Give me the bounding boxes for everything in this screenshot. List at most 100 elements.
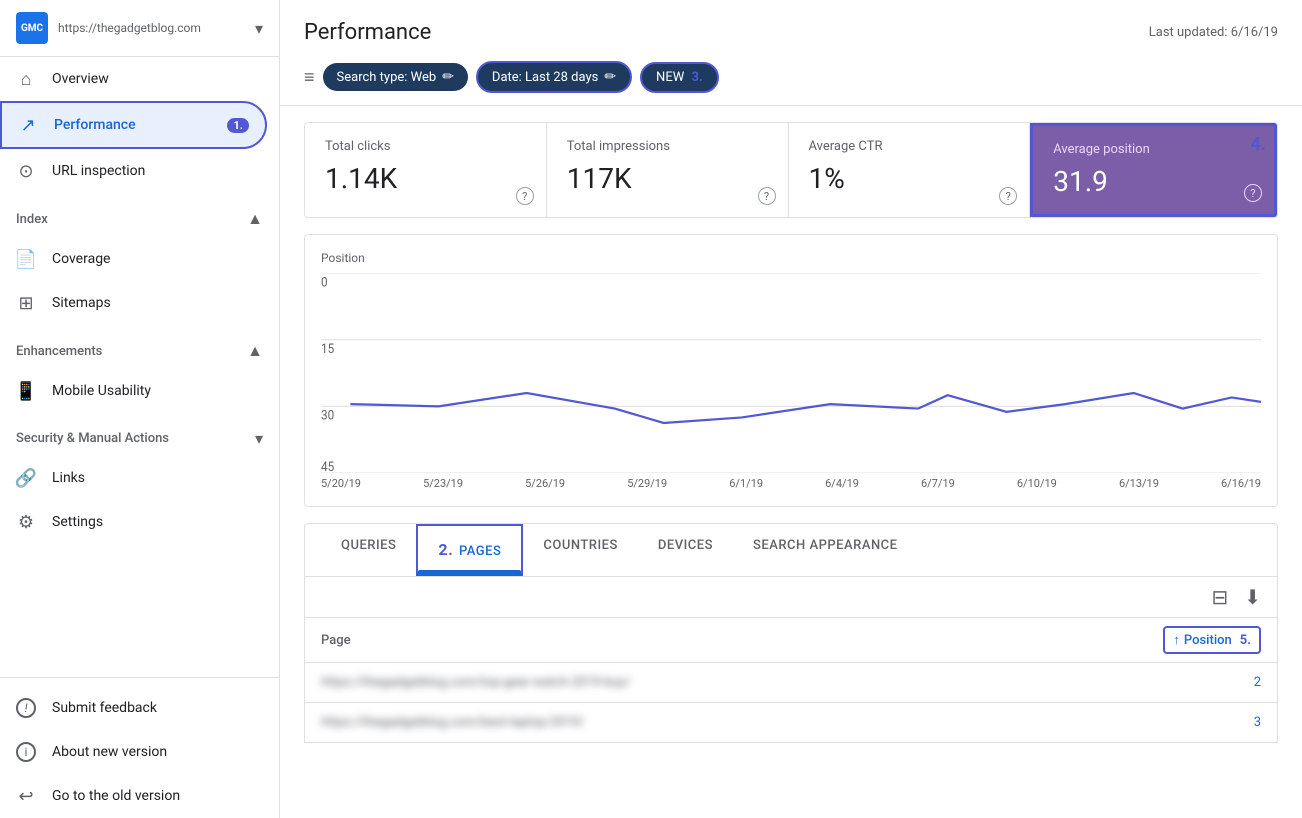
chart-svg: 0 15 30 45 xyxy=(321,273,1261,473)
tab-pages[interactable]: 2. PAGES xyxy=(416,524,523,576)
links-icon: 🔗 xyxy=(16,468,36,488)
total-clicks-label: Total clicks xyxy=(325,139,526,154)
section-index: Index ▲ xyxy=(0,193,279,237)
section-enhancements: Enhancements ▲ xyxy=(0,325,279,369)
main-header: Performance Last updated: 6/16/19 xyxy=(280,0,1302,53)
x-label-8: 6/13/19 xyxy=(1119,477,1159,490)
sidebar-item-go-to-old-version[interactable]: ↩ Go to the old version xyxy=(0,774,267,818)
feedback-icon: ! xyxy=(16,698,36,718)
security-chevron-icon[interactable]: ▾ xyxy=(255,429,263,448)
section-index-label: Index xyxy=(16,212,48,227)
last-updated: Last updated: 6/16/19 xyxy=(1149,25,1278,40)
sidebar-item-sitemaps-label: Sitemaps xyxy=(52,295,251,311)
search-type-edit-icon: ✏ xyxy=(442,69,454,85)
position-line xyxy=(350,393,1261,423)
col-position-label: Position xyxy=(1184,633,1232,648)
chart-y-label: Position xyxy=(321,251,1261,265)
section-security: Security & Manual Actions ▾ xyxy=(0,413,279,456)
logo-url: https://thegadgetblog.com xyxy=(58,21,245,35)
table-row[interactable]: https://thegadgetblog.com/top-gear-watch… xyxy=(304,663,1278,703)
average-ctr-label: Average CTR xyxy=(809,139,1010,154)
sidebar: GMC https://thegadgetblog.com ▾ ⌂ Overvi… xyxy=(0,0,280,818)
svg-text:30: 30 xyxy=(321,408,334,424)
coverage-icon: 📄 xyxy=(16,249,36,269)
x-label-7: 6/10/19 xyxy=(1017,477,1057,490)
sidebar-item-sitemaps[interactable]: ⊞ Sitemaps xyxy=(0,281,267,325)
metric-total-clicks: Total clicks 1.14K ? xyxy=(305,123,547,217)
x-label-0: 5/20/19 xyxy=(321,477,361,490)
table-filter-icon[interactable]: ⊟ xyxy=(1211,585,1228,609)
sidebar-item-url-inspection[interactable]: ⊙ URL inspection xyxy=(0,149,267,193)
search-icon: ⊙ xyxy=(16,161,36,181)
total-clicks-value: 1.14K xyxy=(325,162,526,195)
sidebar-item-about-new-version[interactable]: i About new version xyxy=(0,730,267,774)
table-row[interactable]: https://thegadgetblog.com/best-laptop-20… xyxy=(304,703,1278,743)
section-enhancements-label: Enhancements xyxy=(16,344,102,359)
total-clicks-help-icon[interactable]: ? xyxy=(516,187,534,205)
x-label-3: 5/29/19 xyxy=(627,477,667,490)
x-label-9: 6/16/19 xyxy=(1221,477,1261,490)
sidebar-item-mobile-usability[interactable]: 📱 Mobile Usability xyxy=(0,369,267,413)
sidebar-item-performance-label: Performance xyxy=(54,117,211,133)
logo-chevron-icon[interactable]: ▾ xyxy=(255,19,263,38)
svg-text:45: 45 xyxy=(321,459,334,473)
date-label: Date: Last 28 days xyxy=(492,70,598,85)
search-type-label: Search type: Web xyxy=(337,70,437,85)
sidebar-item-coverage-label: Coverage xyxy=(52,251,251,267)
metrics-row: Total clicks 1.14K ? Total impressions 1… xyxy=(304,122,1278,218)
tab-devices[interactable]: DEVICES xyxy=(638,524,733,576)
tab-devices-label: DEVICES xyxy=(658,538,713,553)
sidebar-item-overview[interactable]: ⌂ Overview xyxy=(0,57,267,101)
tab-countries[interactable]: COUNTRIES xyxy=(523,524,638,576)
svg-text:15: 15 xyxy=(321,341,334,357)
total-impressions-label: Total impressions xyxy=(567,139,768,154)
main-content: Performance Last updated: 6/16/19 ≡ Sear… xyxy=(280,0,1302,818)
sidebar-item-links[interactable]: 🔗 Links xyxy=(0,456,267,500)
metric-average-position: Average position 31.9 ? 4. xyxy=(1030,123,1277,217)
tab-search-appearance[interactable]: SEARCH APPEARANCE xyxy=(733,524,918,576)
table-download-icon[interactable]: ⬇ xyxy=(1244,585,1261,609)
svg-text:0: 0 xyxy=(321,275,328,291)
x-label-6: 6/7/19 xyxy=(921,477,955,490)
filter-bar: ≡ Search type: Web ✏ Date: Last 28 days … xyxy=(280,53,1302,106)
average-ctr-value: 1% xyxy=(809,162,1010,195)
enhancements-chevron-icon[interactable]: ▲ xyxy=(247,341,263,361)
table-toolbar: ⊟ ⬇ xyxy=(304,577,1278,618)
tabs-row: QUERIES 2. PAGES COUNTRIES DEVICES SEARC… xyxy=(304,523,1278,577)
row-2-position: 3 xyxy=(1181,715,1261,730)
average-position-help-icon[interactable]: ? xyxy=(1244,184,1262,202)
date-chip[interactable]: Date: Last 28 days ✏ xyxy=(476,61,632,93)
section-security-label: Security & Manual Actions xyxy=(16,431,169,446)
filter-icon[interactable]: ≡ xyxy=(304,67,315,88)
average-ctr-help-icon[interactable]: ? xyxy=(999,187,1017,205)
average-position-value: 31.9 xyxy=(1053,165,1254,198)
new-badge[interactable]: NEW 3. xyxy=(640,62,719,93)
table-header: Page ↑ Position 5. xyxy=(304,618,1278,663)
sidebar-logo: GMC https://thegadgetblog.com ▾ xyxy=(0,0,279,57)
chart-section: Position 0 15 30 45 5/20/19 5/23/19 5/26… xyxy=(304,234,1278,507)
metric-average-ctr: Average CTR 1% ? xyxy=(789,123,1031,217)
sidebar-item-performance[interactable]: ↗ Performance 1. xyxy=(0,101,267,149)
go-to-old-version-label: Go to the old version xyxy=(52,788,251,804)
sidebar-item-coverage[interactable]: 📄 Coverage xyxy=(0,237,267,281)
sidebar-item-submit-feedback[interactable]: ! Submit feedback xyxy=(0,686,267,730)
search-type-chip[interactable]: Search type: Web ✏ xyxy=(323,63,468,91)
main-nav: ⌂ Overview ↗ Performance 1. ⊙ URL inspec… xyxy=(0,57,279,193)
tab-search-appearance-label: SEARCH APPEARANCE xyxy=(753,538,898,553)
submit-feedback-label: Submit feedback xyxy=(52,700,251,716)
tab-queries[interactable]: QUERIES xyxy=(321,524,416,576)
sidebar-item-url-inspection-label: URL inspection xyxy=(52,163,251,179)
avg-position-badge: 4. xyxy=(1250,134,1266,155)
col-position-header[interactable]: ↑ Position 5. xyxy=(1163,626,1261,654)
total-impressions-value: 117K xyxy=(567,162,768,195)
sidebar-item-settings[interactable]: ⚙ Settings xyxy=(0,500,267,544)
row-1-position: 2 xyxy=(1181,675,1261,690)
info-icon: i xyxy=(16,742,36,762)
home-icon: ⌂ xyxy=(16,69,36,89)
total-impressions-help-icon[interactable]: ? xyxy=(758,187,776,205)
about-new-version-label: About new version xyxy=(52,744,251,760)
sitemaps-icon: ⊞ xyxy=(16,293,36,313)
chart-x-labels: 5/20/19 5/23/19 5/26/19 5/29/19 6/1/19 6… xyxy=(321,477,1261,490)
index-chevron-icon[interactable]: ▲ xyxy=(247,209,263,229)
sidebar-item-settings-label: Settings xyxy=(52,514,251,530)
